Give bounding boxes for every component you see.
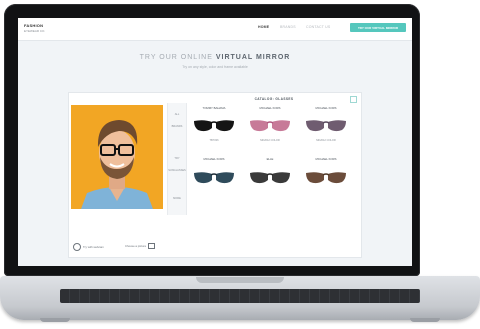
- product-brand: MICHAEL KORS: [259, 106, 281, 110]
- product-brand: MICHAEL KORS: [203, 157, 225, 161]
- laptop-keyboard: [60, 289, 420, 303]
- product-model: MK2012 COLOR: [260, 139, 280, 142]
- webcam-icon: [73, 243, 81, 251]
- nav-contact[interactable]: CONTACT US: [306, 25, 330, 29]
- user-photo: [71, 105, 163, 209]
- product-glasses-5[interactable]: [304, 169, 348, 187]
- product-brand: MICHAEL KORS: [315, 106, 337, 110]
- laptop-foot-right: [410, 318, 440, 322]
- side-tab-more[interactable]: MORE: [168, 197, 186, 200]
- site-header: FASHION EYEWEAR CO. HOME BRANDS CONTACT …: [18, 18, 412, 41]
- site-logo[interactable]: FASHION: [24, 23, 43, 28]
- virtual-mirror-panel: ALL BRANDS TRY SUNGLASSES MORE CATALOG: …: [68, 92, 362, 258]
- laptop-notch: [196, 277, 284, 283]
- page-headline: TRY OUR ONLINE VIRTUAL MIRROR: [18, 54, 412, 61]
- nav-brands[interactable]: BRANDS: [280, 25, 296, 29]
- catalog-side-tabs: ALL BRANDS TRY SUNGLASSES MORE: [167, 103, 187, 215]
- choose-picture-label: Choose a picture: [125, 244, 147, 248]
- expand-icon[interactable]: [350, 96, 357, 103]
- product-brand: TOMMY BAHAMA: [202, 106, 226, 110]
- webcam-label: Try with webcam: [83, 245, 104, 249]
- product-model: MK2012 COLOR: [316, 139, 336, 142]
- product-glasses-2[interactable]: [304, 117, 348, 135]
- side-tab-sunglasses[interactable]: SUNGLASSES: [168, 169, 186, 172]
- laptop-screen: FASHION EYEWEAR CO. HOME BRANDS CONTACT …: [18, 18, 412, 266]
- nav-home[interactable]: HOME: [258, 25, 269, 29]
- product-glasses-1[interactable]: [248, 117, 292, 135]
- headline-emphasis: VIRTUAL MIRROR: [215, 54, 291, 61]
- product-glasses-4[interactable]: [248, 169, 292, 187]
- picture-icon: [148, 243, 156, 249]
- side-tab-brands[interactable]: BRANDS: [168, 125, 186, 128]
- page-subline: Try on any style, color and frame availa…: [182, 65, 248, 69]
- product-brand: MICHAEL KORS: [315, 157, 337, 161]
- side-tab-try[interactable]: TRY: [168, 157, 186, 160]
- virtual-mirror-cta-button[interactable]: TRY OUR VIRTUAL MIRROR: [350, 23, 406, 32]
- webcam-button[interactable]: Try with webcam: [73, 243, 104, 251]
- side-tab-all[interactable]: ALL: [168, 113, 186, 116]
- product-glasses-0[interactable]: [192, 117, 236, 135]
- product-glasses-3[interactable]: [192, 169, 236, 187]
- laptop-foot-left: [40, 318, 70, 322]
- product-brand: ELLE: [266, 157, 274, 161]
- choose-picture-button[interactable]: Choose a picture: [125, 243, 156, 249]
- site-logo-subtitle: EYEWEAR CO.: [24, 29, 46, 33]
- product-model: TB7036: [209, 139, 219, 142]
- catalog-title: CATALOG: GLASSES: [254, 97, 294, 101]
- headline-prefix: TRY OUR ONLINE: [139, 54, 213, 61]
